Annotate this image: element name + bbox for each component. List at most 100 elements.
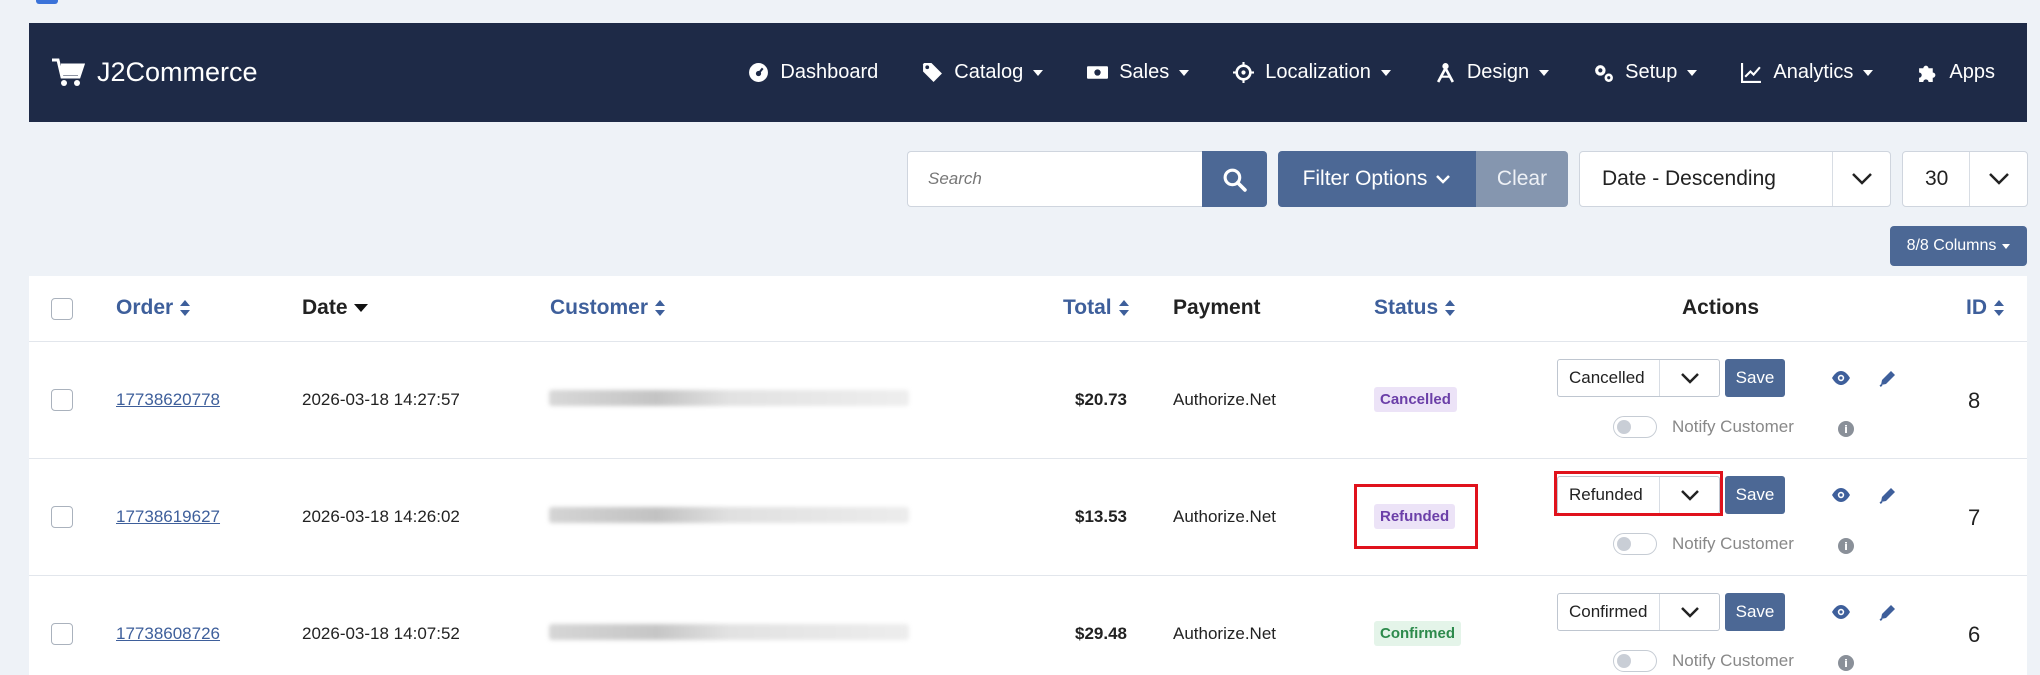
edit-button[interactable] bbox=[1878, 602, 1898, 622]
tag-icon bbox=[923, 63, 943, 82]
limit-select[interactable]: 30 bbox=[1902, 151, 2028, 207]
row-checkbox[interactable] bbox=[51, 623, 73, 645]
chart-icon bbox=[1741, 63, 1762, 83]
nav-menu: Dashboard Catalog Sales Localization Des… bbox=[704, 61, 1995, 84]
info-icon[interactable]: i bbox=[1838, 538, 1854, 554]
eye-icon bbox=[1832, 488, 1850, 502]
sort-select[interactable]: Date - Descending bbox=[1579, 151, 1891, 207]
table-row: 17738608726 2026-03-18 14:07:52 $29.48 A… bbox=[29, 576, 2027, 675]
nav-design[interactable]: Design bbox=[1435, 61, 1550, 84]
status-badge: Cancelled bbox=[1374, 387, 1457, 412]
notify-customer-label: Notify Customer bbox=[1672, 417, 1794, 436]
notify-customer-toggle[interactable] bbox=[1613, 416, 1657, 438]
chevron-down-icon bbox=[1436, 175, 1451, 184]
pencil-icon bbox=[1879, 371, 1895, 387]
notify-customer-toggle[interactable] bbox=[1613, 650, 1657, 672]
brand[interactable]: J2Commerce bbox=[51, 57, 258, 88]
cart-icon bbox=[52, 58, 85, 86]
nav-label: Localization bbox=[1265, 61, 1371, 83]
info-icon[interactable]: i bbox=[1838, 421, 1854, 437]
view-button[interactable] bbox=[1831, 602, 1851, 622]
orders-table: Order Date Customer Total Payment Status… bbox=[29, 276, 2027, 675]
chevron-down-icon bbox=[1179, 69, 1190, 76]
payment-method: Authorize.Net bbox=[1173, 507, 1276, 526]
filter-options-button[interactable]: Filter Options bbox=[1278, 151, 1476, 207]
save-button[interactable]: Save bbox=[1725, 593, 1785, 631]
search-button[interactable] bbox=[1202, 151, 1267, 207]
column-header-order[interactable]: Order bbox=[116, 296, 191, 320]
order-date: 2026-03-18 14:26:02 bbox=[302, 507, 460, 526]
column-header-payment: Payment bbox=[1173, 296, 1261, 319]
sort-icon bbox=[180, 300, 191, 316]
eye-icon bbox=[1832, 605, 1850, 619]
status-select[interactable]: Cancelled bbox=[1557, 359, 1720, 397]
order-number-link[interactable]: 17738608726 bbox=[116, 624, 220, 644]
filter-options-label: Filter Options bbox=[1302, 167, 1428, 190]
payment-method: Authorize.Net bbox=[1173, 390, 1276, 409]
limit-select-arrow bbox=[1969, 152, 2027, 206]
gears-icon bbox=[1595, 65, 1614, 82]
clear-button[interactable]: Clear bbox=[1476, 151, 1568, 207]
chevron-down-icon bbox=[1033, 69, 1044, 76]
column-header-total[interactable]: Total bbox=[1063, 296, 1130, 320]
nav-sales[interactable]: Sales bbox=[1087, 61, 1190, 84]
search-input[interactable] bbox=[907, 151, 1202, 207]
status-select-arrow bbox=[1659, 360, 1719, 396]
select-all-checkbox[interactable] bbox=[51, 298, 73, 320]
columns-label: 8/8 Columns bbox=[1906, 237, 1997, 254]
nav-label: Analytics bbox=[1773, 61, 1854, 83]
nav-label: Design bbox=[1466, 61, 1530, 83]
highlight-refunded-select bbox=[1554, 471, 1723, 516]
list-toolbar: Filter Options Clear Date - Descending 3… bbox=[907, 151, 2028, 207]
notify-customer-toggle[interactable] bbox=[1613, 533, 1657, 555]
chevron-down-icon bbox=[1988, 173, 2009, 185]
edit-button[interactable] bbox=[1878, 368, 1898, 388]
status-select[interactable]: Confirmed bbox=[1557, 593, 1720, 631]
chevron-down-icon bbox=[1380, 69, 1391, 76]
save-button[interactable]: Save bbox=[1725, 476, 1785, 514]
table-row: 17738619627 2026-03-18 14:26:02 $13.53 A… bbox=[29, 459, 2027, 576]
info-icon[interactable]: i bbox=[1838, 655, 1854, 671]
nav-catalog[interactable]: Catalog bbox=[922, 61, 1044, 84]
column-header-id[interactable]: ID bbox=[1966, 296, 2005, 320]
row-checkbox[interactable] bbox=[51, 506, 73, 528]
column-header-actions: Actions bbox=[1682, 296, 1760, 319]
nav-label: Catalog bbox=[954, 61, 1024, 83]
customer-name-redacted bbox=[549, 622, 933, 648]
nav-analytics[interactable]: Analytics bbox=[1741, 61, 1874, 84]
nav-localization[interactable]: Localization bbox=[1233, 61, 1391, 84]
chevron-down-icon bbox=[1851, 173, 1872, 185]
customer-name-redacted bbox=[549, 388, 933, 414]
save-button[interactable]: Save bbox=[1725, 359, 1785, 397]
order-number-link[interactable]: 17738620778 bbox=[116, 390, 220, 410]
order-number-link[interactable]: 17738619627 bbox=[116, 507, 220, 527]
table-row: 17738620778 2026-03-18 14:27:57 $20.73 A… bbox=[29, 342, 2027, 459]
column-header-status[interactable]: Status bbox=[1374, 296, 1456, 320]
order-total: $13.53 bbox=[1075, 507, 1127, 526]
column-header-customer[interactable]: Customer bbox=[550, 296, 666, 320]
edit-button[interactable] bbox=[1878, 485, 1898, 505]
view-button[interactable] bbox=[1831, 485, 1851, 505]
nav-setup[interactable]: Setup bbox=[1593, 61, 1698, 84]
status-select-value: Confirmed bbox=[1569, 602, 1648, 621]
notify-customer-label: Notify Customer bbox=[1672, 651, 1794, 670]
sort-desc-icon bbox=[353, 304, 368, 312]
puzzle-icon bbox=[1919, 65, 1936, 82]
customer-name-redacted bbox=[549, 505, 933, 531]
nav-dashboard[interactable]: Dashboard bbox=[748, 61, 878, 84]
columns-toggle-button[interactable]: 8/8 Columns bbox=[1890, 226, 2027, 266]
view-button[interactable] bbox=[1831, 368, 1851, 388]
column-header-label: Customer bbox=[550, 296, 649, 319]
crosshair-icon bbox=[1233, 62, 1255, 83]
row-checkbox[interactable] bbox=[51, 389, 73, 411]
status-select-value: Cancelled bbox=[1569, 368, 1645, 387]
chevron-down-icon bbox=[1863, 69, 1874, 76]
chevron-down-icon bbox=[1539, 69, 1550, 76]
order-total: $29.48 bbox=[1075, 624, 1127, 643]
nav-apps[interactable]: Apps bbox=[1917, 61, 1995, 84]
chevron-down-icon bbox=[1680, 373, 1699, 384]
column-header-date[interactable]: Date bbox=[302, 296, 368, 320]
nav-label: Setup bbox=[1625, 61, 1678, 83]
chevron-down-icon bbox=[1687, 69, 1698, 76]
search-icon bbox=[1223, 168, 1247, 192]
